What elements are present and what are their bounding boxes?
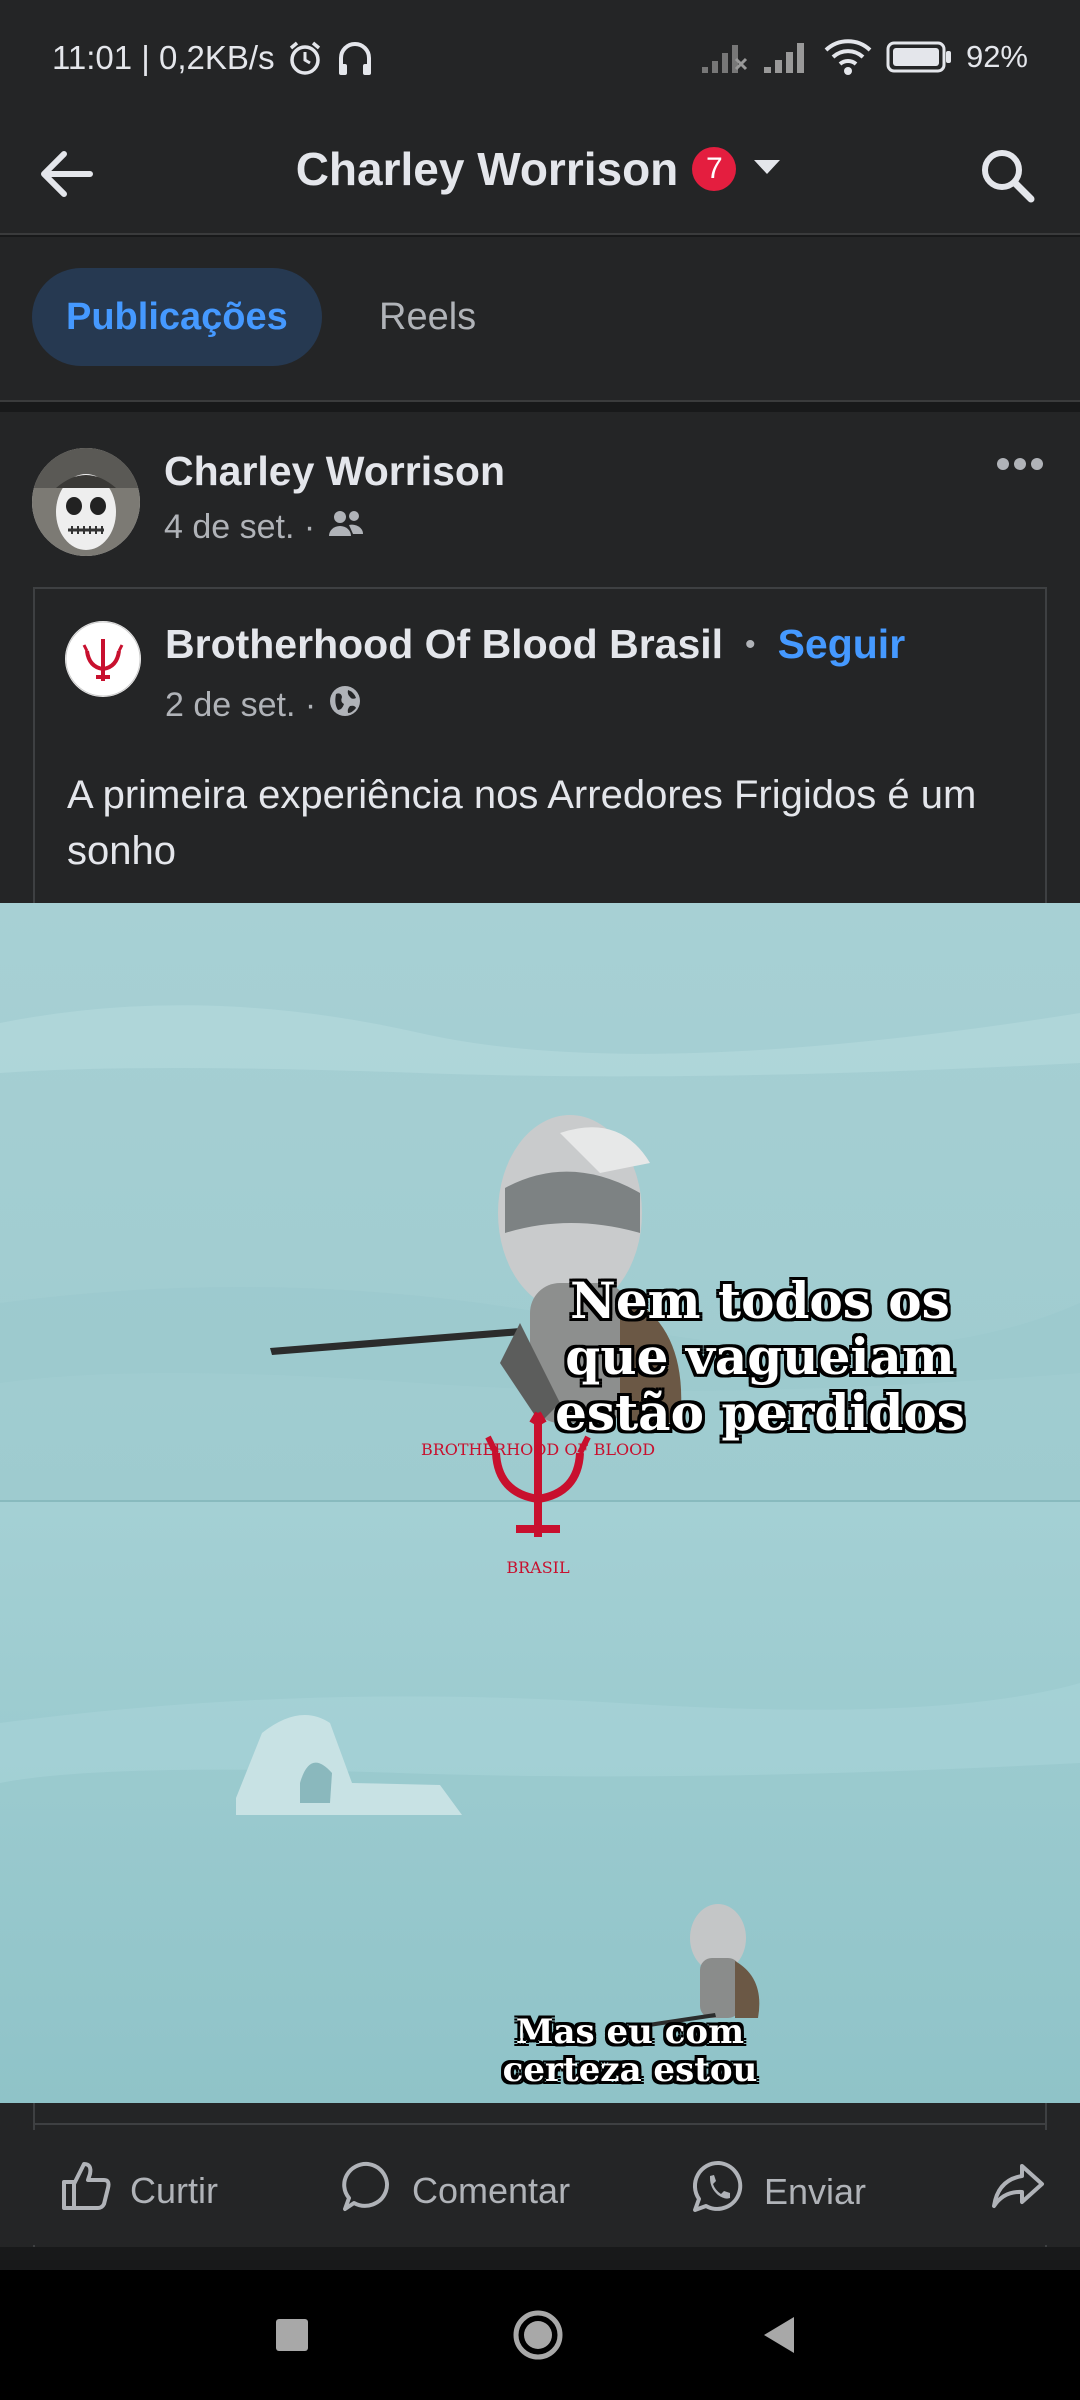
- battery-icon: [886, 41, 952, 73]
- shared-date[interactable]: 2 de set. ·: [165, 686, 316, 725]
- globe-icon: [328, 684, 362, 727]
- send-label: Enviar: [764, 2170, 867, 2212]
- signal-icon: [762, 39, 810, 75]
- send-button[interactable]: Enviar: [690, 2158, 866, 2225]
- wifi-icon: [824, 38, 872, 76]
- friends-icon: [327, 508, 365, 547]
- like-label: Curtir: [130, 2169, 218, 2211]
- status-time-speed: 11:01 | 0,2KB/s: [52, 39, 275, 76]
- signal-off-icon: [700, 39, 748, 75]
- comment-label: Comentar: [412, 2169, 571, 2211]
- page-title: Charley Worrison: [295, 143, 679, 195]
- caret-down-icon: [750, 155, 784, 184]
- post-actions: Curtir Comentar Enviar: [0, 2130, 1080, 2245]
- tab-reels[interactable]: Reels: [345, 268, 510, 366]
- post-text: A primeira experiência nos Arredores Fri…: [67, 773, 977, 873]
- more-icon[interactable]: [990, 444, 1050, 484]
- comment-button[interactable]: Comentar: [340, 2158, 570, 2223]
- profile-tabs: Publicações Reels: [0, 237, 1080, 402]
- share-button[interactable]: [990, 2158, 1046, 2223]
- meme-top-caption: Nem todos os que vagueiam estão perdidos: [555, 1271, 965, 1442]
- alarm-icon: [285, 38, 325, 78]
- watermark-sub-text: BRASIL: [506, 1558, 570, 1577]
- headphones-icon: [335, 38, 375, 78]
- profile-switcher[interactable]: Charley Worrison 7: [0, 142, 1080, 196]
- post-card: Charley Worrison 4 de set. · Brotherhood…: [0, 412, 1080, 2247]
- home-icon[interactable]: [505, 2302, 571, 2368]
- share-icon: [990, 2158, 1046, 2223]
- back-nav-icon[interactable]: [745, 2302, 811, 2368]
- status-bar: 11:01 | 0,2KB/s 92%: [0, 0, 1080, 120]
- meme-image[interactable]: BROTHERHOOD OF BLOOD BRASIL Nem todos os…: [0, 903, 1080, 2103]
- page-avatar[interactable]: [65, 621, 141, 697]
- page-name[interactable]: Brotherhood Of Blood Brasil: [165, 621, 723, 668]
- thumbs-up-icon: [58, 2158, 114, 2223]
- separator-dot: •: [745, 627, 756, 661]
- notification-badge: 7: [692, 147, 737, 191]
- tab-publicacoes[interactable]: Publicações: [32, 268, 322, 366]
- comment-icon: [340, 2158, 396, 2223]
- battery-percent: 92%: [965, 39, 1028, 74]
- follow-button[interactable]: Seguir: [778, 621, 906, 668]
- shared-header: Brotherhood Of Blood Brasil • Seguir: [165, 621, 905, 668]
- watermark-arc-text: BROTHERHOOD OF BLOOD: [421, 1440, 655, 1459]
- shared-meta: 2 de set. ·: [165, 684, 362, 727]
- search-icon[interactable]: [974, 142, 1040, 208]
- post-date[interactable]: 4 de set. ·: [164, 508, 315, 547]
- system-navigation-bar: [0, 2270, 1080, 2400]
- meme-illustration: BROTHERHOOD OF BLOOD BRASIL: [0, 903, 1080, 2103]
- post-meta: 4 de set. ·: [164, 508, 365, 547]
- shared-post-border: [33, 2103, 1047, 2125]
- avatar[interactable]: [32, 448, 140, 556]
- recents-icon[interactable]: [259, 2302, 325, 2368]
- post-author[interactable]: Charley Worrison: [164, 448, 505, 495]
- meme-bottom-caption: Mas eu com certeza estou: [502, 2012, 758, 2090]
- whatsapp-icon: [690, 2158, 748, 2225]
- top-app-bar: Charley Worrison 7: [0, 120, 1080, 235]
- like-button[interactable]: Curtir: [58, 2158, 218, 2223]
